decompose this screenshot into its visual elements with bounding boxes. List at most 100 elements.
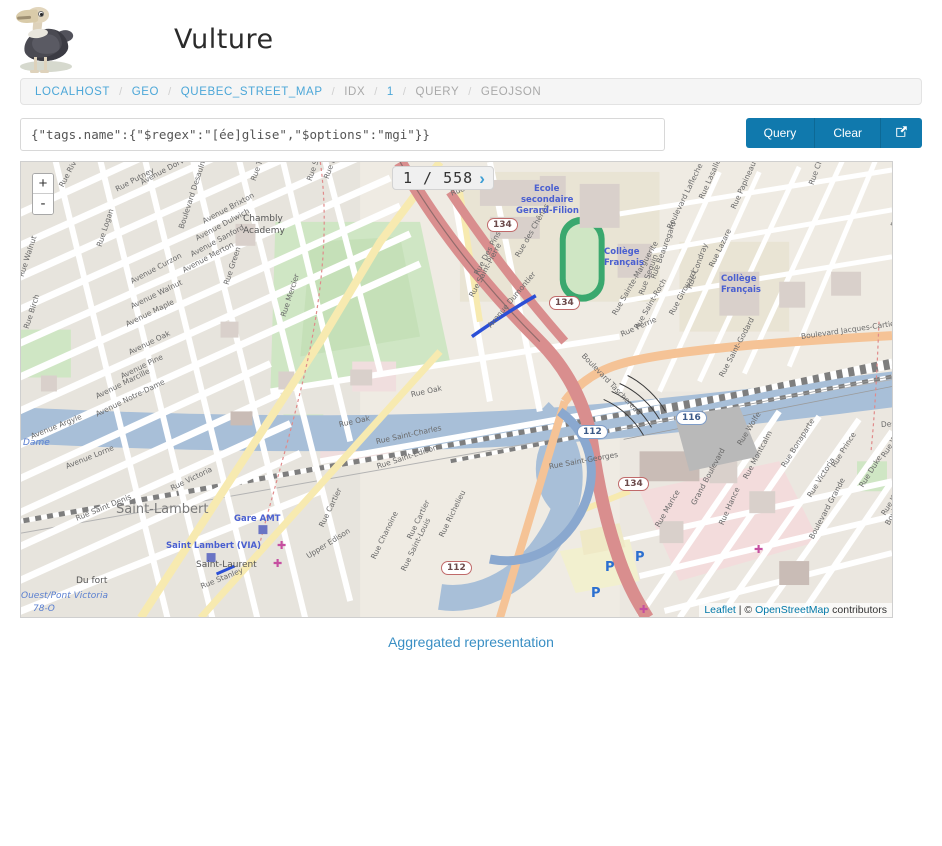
map-street-label: Rue Birch [21,293,42,330]
map-street-label: Rue Lazare [706,227,734,269]
map-street-label: Avenue Argyle [29,412,83,441]
zoom-out-button[interactable]: - [33,194,53,214]
leaflet-link[interactable]: Leaflet [704,604,736,616]
openstreetmap-link[interactable]: OpenStreetMap [755,604,829,616]
clear-button[interactable]: Clear [815,118,881,148]
map-place-label: Français [604,258,644,268]
route-shield-134: 134 [549,296,580,310]
breadcrumb: LOCALHOST / GEO / QUEBEC_STREET_MAP / IDX / 1 / QU… [20,78,922,105]
map-street-label: Rue Walnut [20,234,39,278]
map-street-label: Boulevard Desaulniers [176,161,212,230]
breadcrumb-separator: / [468,85,472,98]
map-street-label: Grand Boulevard [689,446,727,507]
map-street-label: Avenue Pine [119,352,165,381]
map-street-label: Upper Edison [304,526,352,561]
breadcrumb-separator: / [402,85,407,98]
map-street-label: Avenue Curzon [128,250,184,286]
map-place-label: 78-O [33,604,55,614]
breadcrumb-separator: / [119,85,123,98]
attribution-suffix: contributors [829,604,887,616]
map-street-label: Rue Saint-Louis [398,516,433,573]
breadcrumb-item-1[interactable]: 1 [387,86,394,98]
map-street-label: Rue Bonaparte [779,416,817,469]
map-street-label: Rue Oak [338,413,371,429]
breadcrumb-item-quebec_street_map[interactable]: QUEBEC_STREET_MAP [181,86,323,98]
map-street-label: Rue Saint Denis [74,492,133,523]
map-street-label: Avenue Notre-Dame [94,377,167,419]
map-place-label: Ecole [534,184,560,194]
map-street-label: Rue Marice [653,488,682,529]
map-street-label: Rue Tiffin [248,161,270,183]
map-place-label: Saint-Lambert [116,502,209,517]
map-street-label: Rue Cartier [316,486,344,529]
chevron-right-icon[interactable]: › [477,170,487,187]
query-input[interactable] [20,118,665,151]
query-button[interactable]: Query [745,118,816,148]
app-page: Vulture LOCALHOST / GEO / QUEBEC_STREET_MAP /… [0,0,942,846]
map-street-label: Rue Prince [829,430,858,469]
map-place-label: Du fort [76,576,108,586]
map-street-label: Rue Des Pins [472,229,503,277]
map-place-label: Gare AMT [234,514,281,524]
map-street-label: Rue Saint-Georges [548,449,619,471]
map-street-label: Boulevard Sir-Wilfrid [883,455,893,527]
map-street-label: Rue Lasalle [696,161,723,201]
map-street-label: Rue William [879,416,893,459]
edit-square-icon-button[interactable] [881,118,922,148]
map-street-label: Rue Mercier [278,272,302,318]
map-street-label: Avenue Maple [124,297,176,329]
map-street-label: Boulevard Lafleche [664,161,705,231]
map-street-label: Rue Seguin [636,253,660,297]
map-place-label: Ouest/Pont Victoria [21,591,108,601]
map-street-label: Rue Beauregard [648,220,678,281]
aggregated-representation-link[interactable]: Aggregated representation [0,634,942,650]
zoom-in-button[interactable]: + [33,174,53,194]
map-street-label: Rue Oak [410,383,443,399]
query-bar: Query Clear [20,118,922,151]
map-street-label: Rue Condray [684,241,710,291]
map-street-label: Avenue Marcille [94,366,152,401]
map-place-label: Collège [604,247,640,257]
map-street-label: Avenue Dulwich [193,206,252,243]
map-street-label: Rue Saint-Charles [375,423,443,446]
breadcrumb-item-idx: IDX [344,85,366,98]
map-street-label: Rue Champlain [807,162,835,186]
map-street-label: Avenue Lorne [64,443,116,471]
map-place-label: Français [721,285,761,295]
map-street-label: Avenue Walnut [129,277,184,311]
map-street-label: Avenue Sanford [188,222,246,259]
breadcrumb-item-geo[interactable]: GEO [132,86,159,98]
map-place-label: Chambly [243,214,283,224]
map-street-label: Rue Papineau [728,161,758,211]
pagination-label: 1 / 558 [403,169,474,187]
map-street-label: Rue Saint-Edison [375,442,439,471]
route-shield-134: 134 [618,477,649,491]
route-shield-134: 134 [487,218,518,232]
map-street-label: Boulevard Taschereau [579,351,644,418]
map-place-label: Saint-Laurent [196,560,257,570]
attribution-separator: | © [735,604,756,616]
place-of-worship-icon: ✚ [754,544,764,556]
map-street-label: Rue Saint-Godard [717,315,757,379]
map-attribution: Leaflet | © OpenStreetMap contributors [699,603,892,617]
app-header: Vulture [0,0,942,78]
map-street-label: Rue Stanley [199,565,245,591]
map-street-label: Rue Cartier [404,498,432,541]
parking-icon: P [635,550,645,565]
map-place-label: secondaire [521,195,574,205]
map-street-label: Rue Riverside [57,161,90,189]
map-street-label: Rue des Chênes [513,202,551,259]
map-container[interactable]: + - Rue Putney Avenue Dorval Rue Saint- Rue… [20,161,893,618]
map-place-label: Gerard-Filion [516,206,579,216]
place-of-worship-icon: ✚ [273,558,283,570]
route-shield-112: 112 [441,561,472,575]
parking-icon: P [605,560,615,575]
map-place-label: Dame [23,438,50,448]
map-zoom-control[interactable]: + - [32,173,54,215]
breadcrumb-item-geojson: GEOJSON [480,85,542,98]
map-street-label: Avenue Oak [127,328,172,357]
breadcrumb-item-localhost[interactable]: LOCALHOST [35,86,110,98]
map-street-label: Rue King [879,483,893,517]
vulture-logo-icon [10,3,82,75]
map-street-label: Avenue Dumontier [485,269,538,330]
